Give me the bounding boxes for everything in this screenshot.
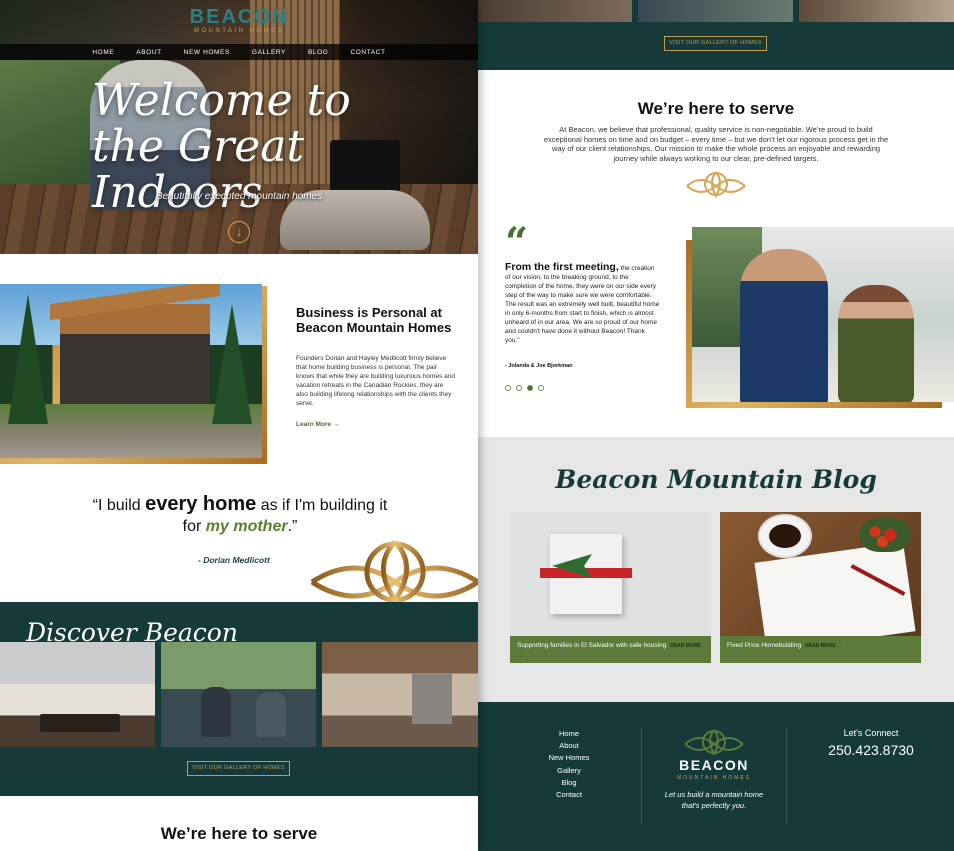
quote-part1: “I build — [92, 497, 146, 514]
footer-link-contact[interactable]: Contact — [524, 789, 614, 801]
footer-divider — [786, 728, 787, 824]
quote-bold: every home — [145, 493, 257, 515]
footer-link-new-homes[interactable]: New Homes — [524, 752, 614, 764]
footer-brand[interactable]: BEACON — [643, 757, 785, 773]
nav-about[interactable]: ABOUT — [136, 49, 161, 56]
testimonial-lead: From the first meeting, — [505, 261, 619, 273]
page: BEACON MOUNTAIN HOMES HOME ABOUT NEW HOM… — [0, 0, 954, 851]
nav-new-homes[interactable]: NEW HOMES — [184, 49, 230, 56]
blog-card-image — [510, 512, 711, 636]
testimonial-body: the creation of our vision, to the break… — [505, 265, 660, 344]
business-title: Business is Personal at Beacon Mountain … — [296, 305, 452, 335]
celtic-knot-icon — [684, 729, 744, 756]
site-logo[interactable]: BEACON MOUNTAIN HOMES — [0, 6, 478, 34]
carousel-dot[interactable] — [516, 385, 522, 391]
learn-more-link[interactable]: Learn More → — [296, 421, 339, 428]
serve-text: At Beacon, we believe that professional,… — [543, 125, 889, 163]
main-nav: HOME ABOUT NEW HOMES GALLERY BLOG CONTAC… — [0, 44, 478, 60]
house-shape — [60, 304, 210, 404]
serve-title: We’re here to serve — [637, 99, 795, 118]
quote-author: - Dorian Medlicott — [198, 555, 270, 565]
nav-home[interactable]: HOME — [92, 49, 114, 56]
logo-subtitle: MOUNTAIN HOMES — [193, 28, 285, 34]
hero-title-line2: the Great Indoors — [92, 121, 305, 218]
blog-card-image — [720, 512, 921, 653]
nav-contact[interactable]: CONTACT — [350, 49, 385, 56]
blog-title: Beacon Mountain Blog — [555, 465, 877, 494]
person-shape — [838, 285, 914, 402]
business-text: Founders Dorian and Hayley Medlicott fir… — [296, 355, 455, 407]
quote-highlight: my mother — [205, 518, 288, 535]
carousel-dot[interactable] — [505, 385, 511, 391]
blog-card-title[interactable]: Fixed Price Homebuilding — [727, 642, 801, 649]
celtic-knot-icon — [686, 171, 746, 198]
person-shape — [256, 692, 286, 737]
footer-nav: Home About New Homes Gallery Blog Contac… — [524, 728, 614, 801]
fireplace-shape — [412, 674, 452, 724]
gallery-photo-living[interactable] — [161, 642, 316, 747]
tree-shape — [8, 294, 48, 424]
testimonial-text: From the first meeting, the creation of … — [505, 261, 660, 345]
gallery-photo-kitchen[interactable] — [0, 642, 155, 747]
right-page-column: VISIT OUR GALLERY OF HOMES We’re here to… — [478, 0, 954, 851]
footer-link-home[interactable]: Home — [524, 728, 614, 740]
carousel-dot-active[interactable] — [527, 385, 533, 391]
person-shape — [201, 687, 231, 737]
discover-title: Discover Beacon — [26, 618, 238, 647]
blog-card-caption: Supporting families in El Salvador with … — [510, 636, 711, 663]
serve-title-left: We’re here to serve — [160, 824, 318, 843]
nav-gallery[interactable]: GALLERY — [252, 49, 286, 56]
footer-tagline: Let us build a mountain home that's perf… — [664, 790, 764, 810]
footer-phone[interactable]: 250.423.8730 — [788, 742, 954, 758]
hero-subtitle: Beautifully executed mountain homes — [155, 191, 323, 202]
celtic-knot-icon — [310, 540, 478, 602]
left-page-column: BEACON MOUNTAIN HOMES HOME ABOUT NEW HOM… — [0, 0, 478, 851]
quote-part3: .” — [287, 518, 298, 535]
footer-brand-subtitle: MOUNTAIN HOMES — [676, 775, 752, 781]
nav-blog[interactable]: BLOG — [308, 49, 328, 56]
coffee-cup-shape — [760, 516, 810, 556]
table-shape — [40, 714, 120, 732]
gallery-thumb[interactable] — [478, 0, 632, 22]
blog-card-caption: Fixed Price Homebuilding READ MORE → — [720, 636, 921, 663]
visit-gallery-button[interactable]: VISIT OUR GALLERY OF HOMES — [187, 761, 290, 776]
carousel-dot[interactable] — [538, 385, 544, 391]
footer-divider — [641, 728, 642, 824]
footer-connect-label: Let's Connect — [843, 728, 899, 738]
blog-card-title[interactable]: Supporting families in El Salvador with … — [517, 642, 666, 649]
blog-card[interactable]: Supporting families in El Salvador with … — [510, 512, 711, 663]
person-shape — [740, 249, 828, 402]
hero-section: BEACON MOUNTAIN HOMES HOME ABOUT NEW HOM… — [0, 0, 478, 254]
tree-shape — [212, 304, 252, 424]
gallery-thumb[interactable] — [799, 0, 954, 22]
gallery-photo-fireplace[interactable] — [322, 642, 478, 747]
blog-card[interactable]: Fixed Price Homebuilding READ MORE → — [720, 512, 921, 663]
testimonial-couple-photo — [692, 227, 954, 402]
arrow-down-circle-icon[interactable]: ↓ — [228, 221, 250, 243]
footer-link-gallery[interactable]: Gallery — [524, 765, 614, 777]
logo-brand: BEACON — [189, 6, 289, 28]
footer-link-blog[interactable]: Blog — [524, 777, 614, 789]
founder-quote: “I build every home as if I'm building i… — [90, 494, 390, 537]
visit-gallery-button-right[interactable]: VISIT OUR GALLERY OF HOMES — [664, 36, 767, 51]
quote-marks-icon: “ — [505, 219, 529, 266]
footer-link-about[interactable]: About — [524, 740, 614, 752]
berries-shape — [860, 518, 910, 552]
business-house-photo — [0, 284, 262, 458]
carousel-dots — [505, 385, 544, 391]
read-more-link[interactable]: READ MORE → — [805, 643, 842, 649]
testimonial-author: - Jolanda & Joe Bjorkman — [505, 363, 573, 369]
hero-title-line1: Welcome to — [92, 75, 351, 126]
gallery-thumb[interactable] — [638, 0, 793, 22]
